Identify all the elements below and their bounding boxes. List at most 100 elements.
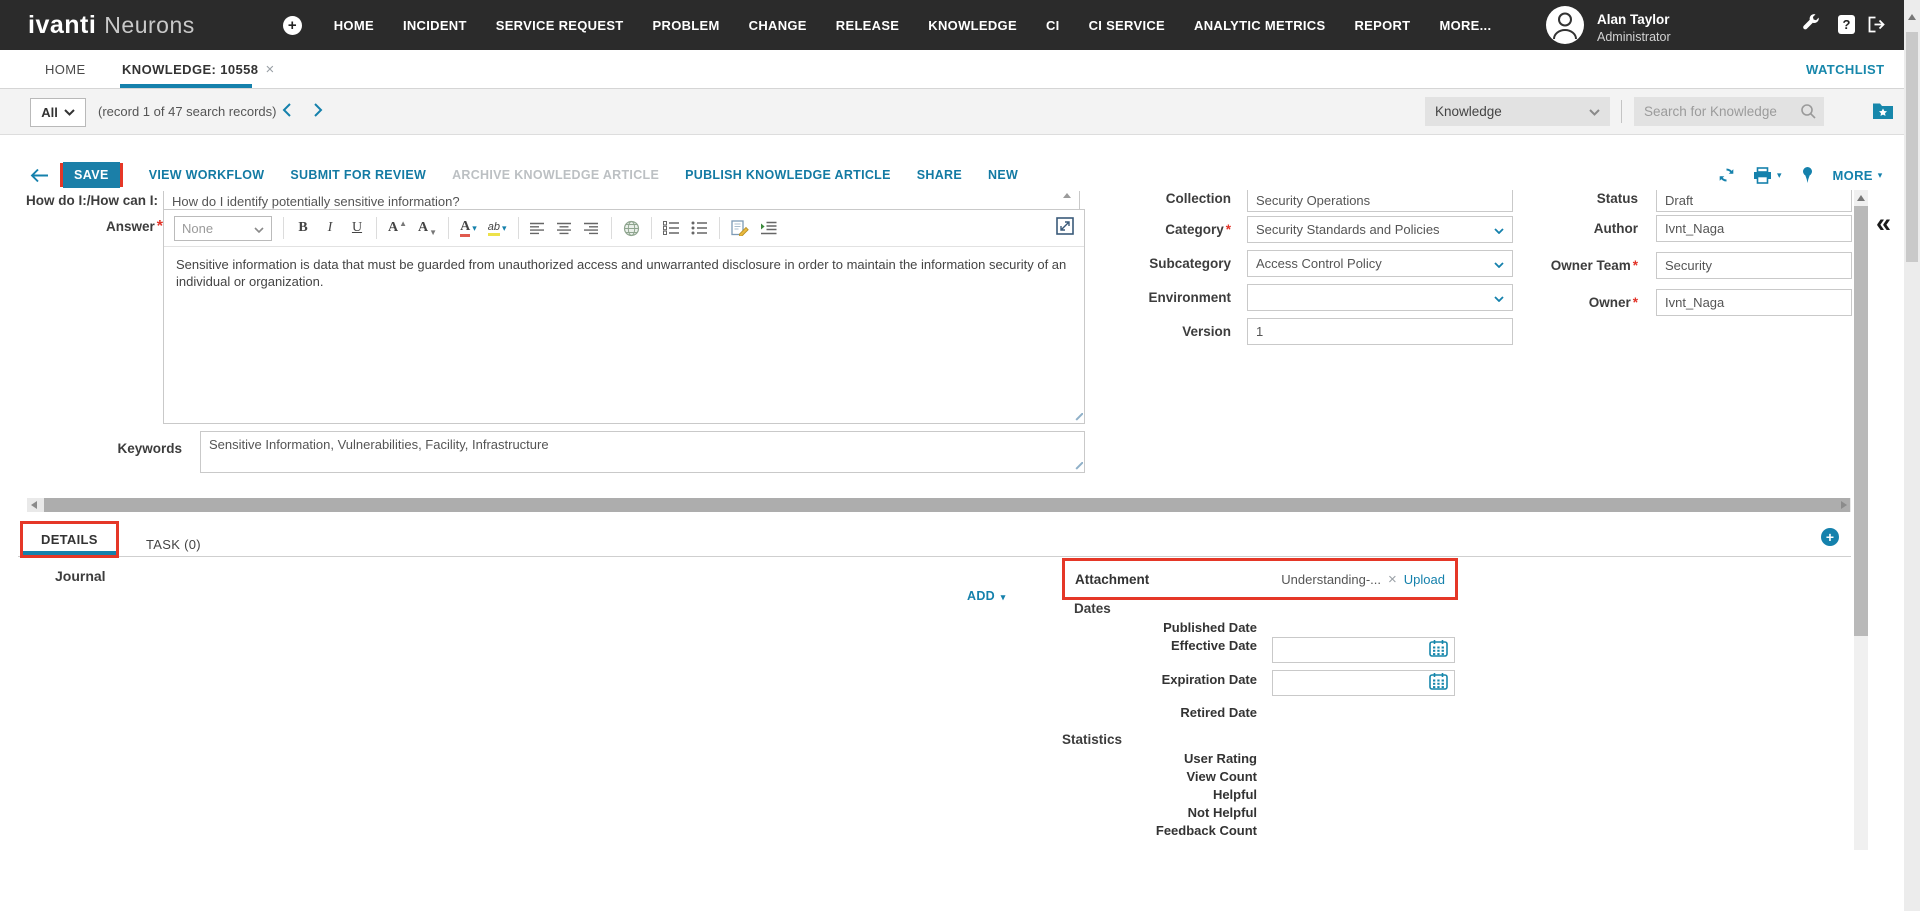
share-button[interactable]: SHARE [917, 168, 962, 182]
owner-team-label: Owner Team* [1438, 258, 1638, 273]
scroll-up-arrow[interactable] [1857, 195, 1865, 201]
view-workflow-button[interactable]: VIEW WORKFLOW [149, 168, 265, 182]
scrollbar-thumb[interactable] [1854, 206, 1868, 636]
divider [1621, 100, 1622, 123]
upload-link[interactable]: Upload [1404, 572, 1445, 587]
user-rating-label: User Rating [1037, 750, 1257, 768]
settings-wrench-icon[interactable] [1802, 13, 1820, 36]
menu-service-request[interactable]: SERVICE REQUEST [496, 18, 624, 33]
ivanti-neurons-logo[interactable]: ivanti Neurons [28, 11, 195, 40]
ordered-list-button[interactable] [663, 216, 680, 240]
save-button[interactable]: SAVE [63, 162, 120, 188]
search-module-select[interactable]: Knowledge [1425, 97, 1610, 126]
watchlist-link[interactable]: WATCHLIST [1806, 50, 1884, 88]
attachment-file-link[interactable]: Understanding-... [1281, 572, 1381, 587]
pin-icon[interactable] [1800, 166, 1815, 184]
menu-ci-service[interactable]: CI SERVICE [1089, 18, 1165, 33]
owner-field[interactable]: Ivnt_Naga [1656, 289, 1852, 316]
menu-home[interactable]: HOME [334, 18, 374, 33]
search-input[interactable] [1634, 97, 1824, 126]
content-vertical-scrollbar[interactable] [1854, 190, 1868, 850]
effective-date-input[interactable] [1272, 637, 1455, 663]
question-label: How do I:/How can I: [0, 192, 158, 207]
keywords-input[interactable]: Sensitive Information, Vulnerabilities, … [200, 431, 1085, 473]
environment-label: Environment [1031, 290, 1231, 305]
indent-paragraph-button[interactable] [760, 216, 777, 240]
remove-attachment-icon[interactable]: × [1388, 571, 1397, 588]
font-color-button[interactable]: A▾ [460, 216, 477, 240]
scroll-left-arrow[interactable] [31, 501, 37, 509]
author-field[interactable]: Ivnt_Naga [1656, 215, 1852, 242]
annotation-box-details: DETAILS [20, 521, 119, 558]
saved-search-folder-icon[interactable] [1872, 101, 1894, 125]
menu-incident[interactable]: INCIDENT [403, 18, 467, 33]
scrollbar-thumb[interactable] [1906, 32, 1918, 262]
decrease-font-size-button[interactable]: A▼ [418, 216, 437, 240]
bold-button[interactable]: B [295, 216, 311, 240]
publish-knowledge-article-button[interactable]: PUBLISH KNOWLEDGE ARTICLE [685, 168, 891, 182]
insert-link-globe-icon[interactable] [623, 216, 640, 240]
next-record-icon[interactable] [313, 102, 323, 123]
journal-add-button[interactable]: ADD ▾ [967, 589, 1006, 603]
horizontal-scrollbar[interactable] [27, 498, 1851, 512]
font-style-select[interactable]: None [174, 216, 272, 241]
menu-ci[interactable]: CI [1046, 18, 1060, 33]
user-menu[interactable]: Alan Taylor Administrator [1545, 5, 1671, 50]
answer-text[interactable]: Sensitive information is data that must … [164, 247, 1084, 299]
calendar-icon[interactable] [1429, 639, 1448, 662]
tab-knowledge-10558[interactable]: KNOWLEDGE: 10558 × [122, 50, 275, 88]
submit-for-review-button[interactable]: SUBMIT FOR REVIEW [290, 168, 426, 182]
menu-report[interactable]: REPORT [1354, 18, 1410, 33]
menu-more[interactable]: MORE... [1439, 18, 1491, 33]
scrollbar-thumb[interactable] [44, 498, 1850, 512]
align-right-button[interactable] [584, 216, 600, 240]
resize-handle[interactable] [1074, 462, 1083, 471]
menu-analytic-metrics[interactable]: ANALYTIC METRICS [1194, 18, 1325, 33]
add-tab-plus-icon[interactable]: + [1821, 528, 1839, 546]
page-vertical-scrollbar[interactable] [1904, 0, 1920, 911]
collapse-panel-icon[interactable]: « [1876, 210, 1891, 237]
scroll-up-arrow[interactable] [1908, 14, 1916, 20]
tab-details[interactable]: DETAILS [23, 524, 116, 555]
scope-select[interactable]: All [30, 98, 86, 127]
main-menu: HOME INCIDENT SERVICE REQUEST PROBLEM CH… [334, 18, 1492, 33]
scroll-right-arrow[interactable] [1841, 501, 1847, 509]
status-field[interactable]: Draft [1656, 190, 1852, 212]
new-record-plus-icon[interactable]: + [283, 16, 302, 35]
more-dropdown[interactable]: MORE ▾ [1833, 168, 1883, 183]
menu-knowledge[interactable]: KNOWLEDGE [928, 18, 1017, 33]
chevron-down-icon: ▾ [1777, 170, 1782, 181]
resize-handle[interactable] [1074, 413, 1083, 422]
author-label: Author [1438, 221, 1638, 236]
help-icon[interactable]: ? [1838, 15, 1855, 34]
chevron-down-icon [254, 221, 264, 236]
edit-source-button[interactable] [731, 216, 749, 240]
underline-button[interactable]: U [349, 216, 365, 240]
new-button[interactable]: NEW [988, 168, 1018, 182]
italic-button[interactable]: I [322, 216, 338, 240]
close-tab-icon[interactable]: × [265, 61, 274, 78]
version-field[interactable]: 1 [1247, 318, 1513, 345]
owner-team-field[interactable]: Security [1656, 252, 1852, 279]
align-left-button[interactable] [530, 216, 546, 240]
print-icon[interactable]: ▾ [1753, 167, 1782, 184]
answer-rich-text-editor: None B I U A▲ A▼ A▾ ab▾ [163, 209, 1085, 424]
expiration-date-input[interactable] [1272, 670, 1455, 696]
align-center-button[interactable] [557, 216, 573, 240]
logout-icon[interactable] [1868, 16, 1887, 38]
previous-record-icon[interactable] [282, 102, 292, 123]
menu-change[interactable]: CHANGE [749, 18, 807, 33]
tab-home[interactable]: HOME [45, 50, 86, 88]
statistics-section-label: Statistics [1062, 732, 1122, 747]
status-label: Status [1438, 191, 1638, 204]
back-arrow-icon[interactable] [30, 168, 49, 183]
menu-problem[interactable]: PROBLEM [653, 18, 720, 33]
bullet-list-button[interactable] [691, 216, 708, 240]
refresh-icon[interactable] [1718, 167, 1735, 183]
menu-release[interactable]: RELEASE [836, 18, 900, 33]
avatar [1545, 5, 1585, 50]
calendar-icon[interactable] [1429, 672, 1448, 695]
tab-task[interactable]: TASK (0) [128, 529, 219, 558]
increase-font-size-button[interactable]: A▲ [388, 216, 407, 240]
highlight-color-button[interactable]: ab▾ [488, 216, 507, 240]
